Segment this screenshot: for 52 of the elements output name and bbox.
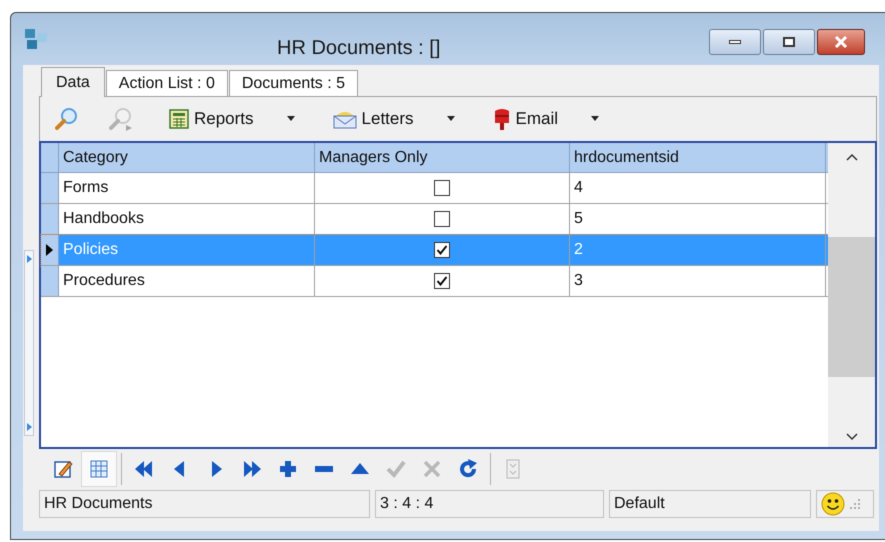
table-cell: 4 [570, 173, 826, 203]
checkbox[interactable] [434, 273, 450, 289]
minus-icon [315, 466, 333, 472]
close-icon [421, 458, 443, 480]
plus-icon [277, 458, 299, 480]
dropdown-arrow-icon [446, 116, 456, 122]
resize-grip-icon[interactable] [849, 498, 861, 510]
menu-button[interactable]: Email [492, 104, 600, 134]
status-panel: HR Documents [39, 490, 370, 518]
table-cell: Procedures [59, 266, 315, 296]
table-row[interactable]: Handbooks 5 [41, 204, 828, 235]
close-icon [834, 36, 848, 48]
scroll-up-icon [846, 153, 858, 161]
refresh-icon [457, 458, 479, 480]
tab[interactable]: Data [41, 67, 105, 97]
table-cell: Forms [59, 173, 315, 203]
column-header[interactable]: Managers Only [315, 143, 570, 172]
menu-button[interactable]: Reports [168, 104, 296, 134]
calculator-icon [168, 108, 190, 130]
table-cell: 2 [570, 235, 826, 265]
column-header[interactable]: hrdocumentsid [570, 143, 826, 172]
smiley-icon [821, 492, 845, 516]
checkbox[interactable] [434, 211, 450, 227]
navigator-button[interactable] [81, 451, 117, 487]
close-button[interactable] [817, 29, 865, 55]
scrollbar[interactable] [828, 143, 875, 447]
status-panel: Default [609, 490, 811, 518]
minimize-button[interactable] [709, 29, 761, 55]
tab[interactable]: Documents : 5 [228, 70, 358, 96]
first-icon [133, 458, 155, 480]
checkbox[interactable] [434, 180, 450, 196]
search-icon [54, 106, 80, 132]
table-row[interactable]: Forms 4 [41, 173, 828, 204]
column-header[interactable]: Category [59, 143, 315, 172]
last-icon [241, 458, 263, 480]
dropdown-arrow-icon [590, 116, 600, 122]
scroll-down-icon [846, 433, 858, 441]
menu-button[interactable]: Letters [332, 104, 456, 134]
maximize-button[interactable] [763, 29, 815, 55]
status-panel: 3 : 4 : 4 [375, 490, 604, 518]
tab[interactable]: Action List : 0 [106, 70, 228, 96]
search-arrow-icon [108, 106, 134, 132]
dropdown-arrow-icon [286, 116, 296, 122]
table-cell: 3 [570, 266, 826, 296]
check-icon [385, 458, 407, 480]
grid-icon [88, 458, 110, 480]
checkbox[interactable] [434, 242, 450, 258]
table-row[interactable]: Procedures 3 [41, 266, 828, 297]
splitter-handle[interactable] [24, 250, 34, 436]
row-indicator-icon [46, 244, 53, 256]
window-title: HR Documents : [] [277, 36, 440, 61]
table-cell: Policies [59, 235, 315, 265]
